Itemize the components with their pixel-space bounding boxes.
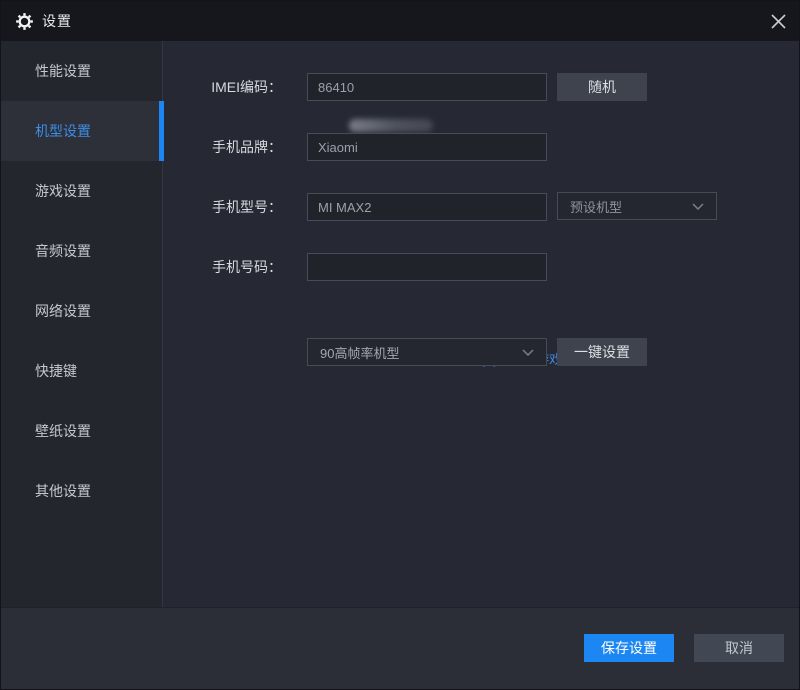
sidebar-item-label: 快捷键 — [35, 363, 77, 379]
sidebar-item-performance[interactable]: 性能设置 — [1, 41, 162, 101]
sidebar-item-wallpaper[interactable]: 壁纸设置 — [1, 401, 162, 461]
imei-input[interactable] — [307, 73, 547, 101]
sidebar: 性能设置 机型设置 游戏设置 音频设置 网络设置 快捷键 壁纸设置 其他设置 — [1, 41, 164, 609]
save-settings-button[interactable]: 保存设置 — [584, 634, 674, 662]
sidebar-item-label: 机型设置 — [35, 123, 91, 139]
preset-model-dropdown-value: 预设机型 — [570, 199, 623, 215]
sidebar-item-other[interactable]: 其他设置 — [1, 461, 162, 521]
sidebar-item-game[interactable]: 游戏设置 — [1, 161, 162, 221]
one-click-apply-button[interactable]: 一键设置 — [557, 338, 647, 366]
sidebar-item-label: 其他设置 — [35, 483, 91, 499]
sidebar-item-audio[interactable]: 音频设置 — [1, 221, 162, 281]
sidebar-item-hotkeys[interactable]: 快捷键 — [1, 341, 162, 401]
window-title: 设置 — [42, 13, 72, 29]
sidebar-item-label: 性能设置 — [35, 63, 91, 79]
brand-label: 手机品牌： — [212, 139, 282, 155]
model-input[interactable] — [307, 193, 547, 221]
sidebar-item-label: 音频设置 — [35, 243, 91, 259]
imei-label: IMEI编码： — [211, 79, 282, 95]
high-fps-dropdown-value: 90高帧率机型 — [320, 345, 400, 361]
close-button[interactable] — [757, 1, 799, 41]
footer-bar: 保存设置 取消 — [1, 607, 799, 689]
imei-random-button[interactable]: 随机 — [557, 73, 647, 101]
titlebar: 设置 — [1, 1, 799, 41]
phone-label: 手机号码： — [212, 259, 282, 275]
gear-icon — [16, 12, 33, 30]
sidebar-item-label: 网络设置 — [35, 303, 91, 319]
sidebar-item-device-model[interactable]: 机型设置 — [1, 101, 164, 161]
close-icon — [770, 13, 786, 29]
device-model-panel: IMEI编码： 随机 手机品牌： 手机型号： 预设机型 手机号码： 设置90/1… — [163, 41, 799, 609]
settings-window: 设置 性能设置 机型设置 游戏设置 音频设置 网络设置 快捷键 壁纸设置 其他设… — [0, 0, 800, 690]
high-fps-model-dropdown[interactable]: 90高帧率机型 — [307, 338, 547, 366]
chevron-down-icon — [692, 202, 704, 210]
imei-privacy-blur — [349, 119, 433, 132]
sidebar-item-label: 壁纸设置 — [35, 423, 91, 439]
sidebar-item-label: 游戏设置 — [35, 183, 91, 199]
sidebar-item-network[interactable]: 网络设置 — [1, 281, 162, 341]
preset-model-dropdown[interactable]: 预设机型 — [557, 192, 717, 220]
chevron-down-icon — [522, 348, 534, 356]
model-label: 手机型号： — [212, 199, 282, 215]
brand-input[interactable] — [307, 133, 547, 161]
phone-input[interactable] — [307, 253, 547, 281]
cancel-button[interactable]: 取消 — [694, 634, 784, 662]
